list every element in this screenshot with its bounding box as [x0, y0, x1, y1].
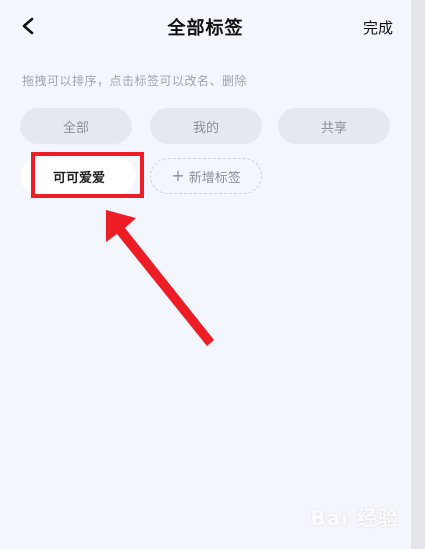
tag-mine[interactable]: 我的	[150, 108, 262, 144]
annotation-arrow-shape	[106, 210, 214, 346]
hint-text: 拖拽可以排序，点击标签可以改名、删除	[22, 74, 248, 88]
plus-icon: +	[171, 166, 185, 185]
user-tag[interactable]: 可可爱爱	[20, 158, 136, 194]
scrollbar-track	[411, 0, 425, 549]
watermark: Bai 经验	[310, 506, 399, 530]
tag-all[interactable]: 全部	[20, 108, 132, 144]
add-tag-label: 新增标签	[188, 170, 241, 186]
header: 全部标签 完成	[0, 0, 411, 54]
add-tag-button[interactable]: + 新增标签	[150, 158, 262, 194]
page-title: 全部标签	[167, 18, 244, 39]
done-button[interactable]: 完成	[363, 17, 393, 38]
tag-shared[interactable]: 共享	[278, 108, 390, 144]
